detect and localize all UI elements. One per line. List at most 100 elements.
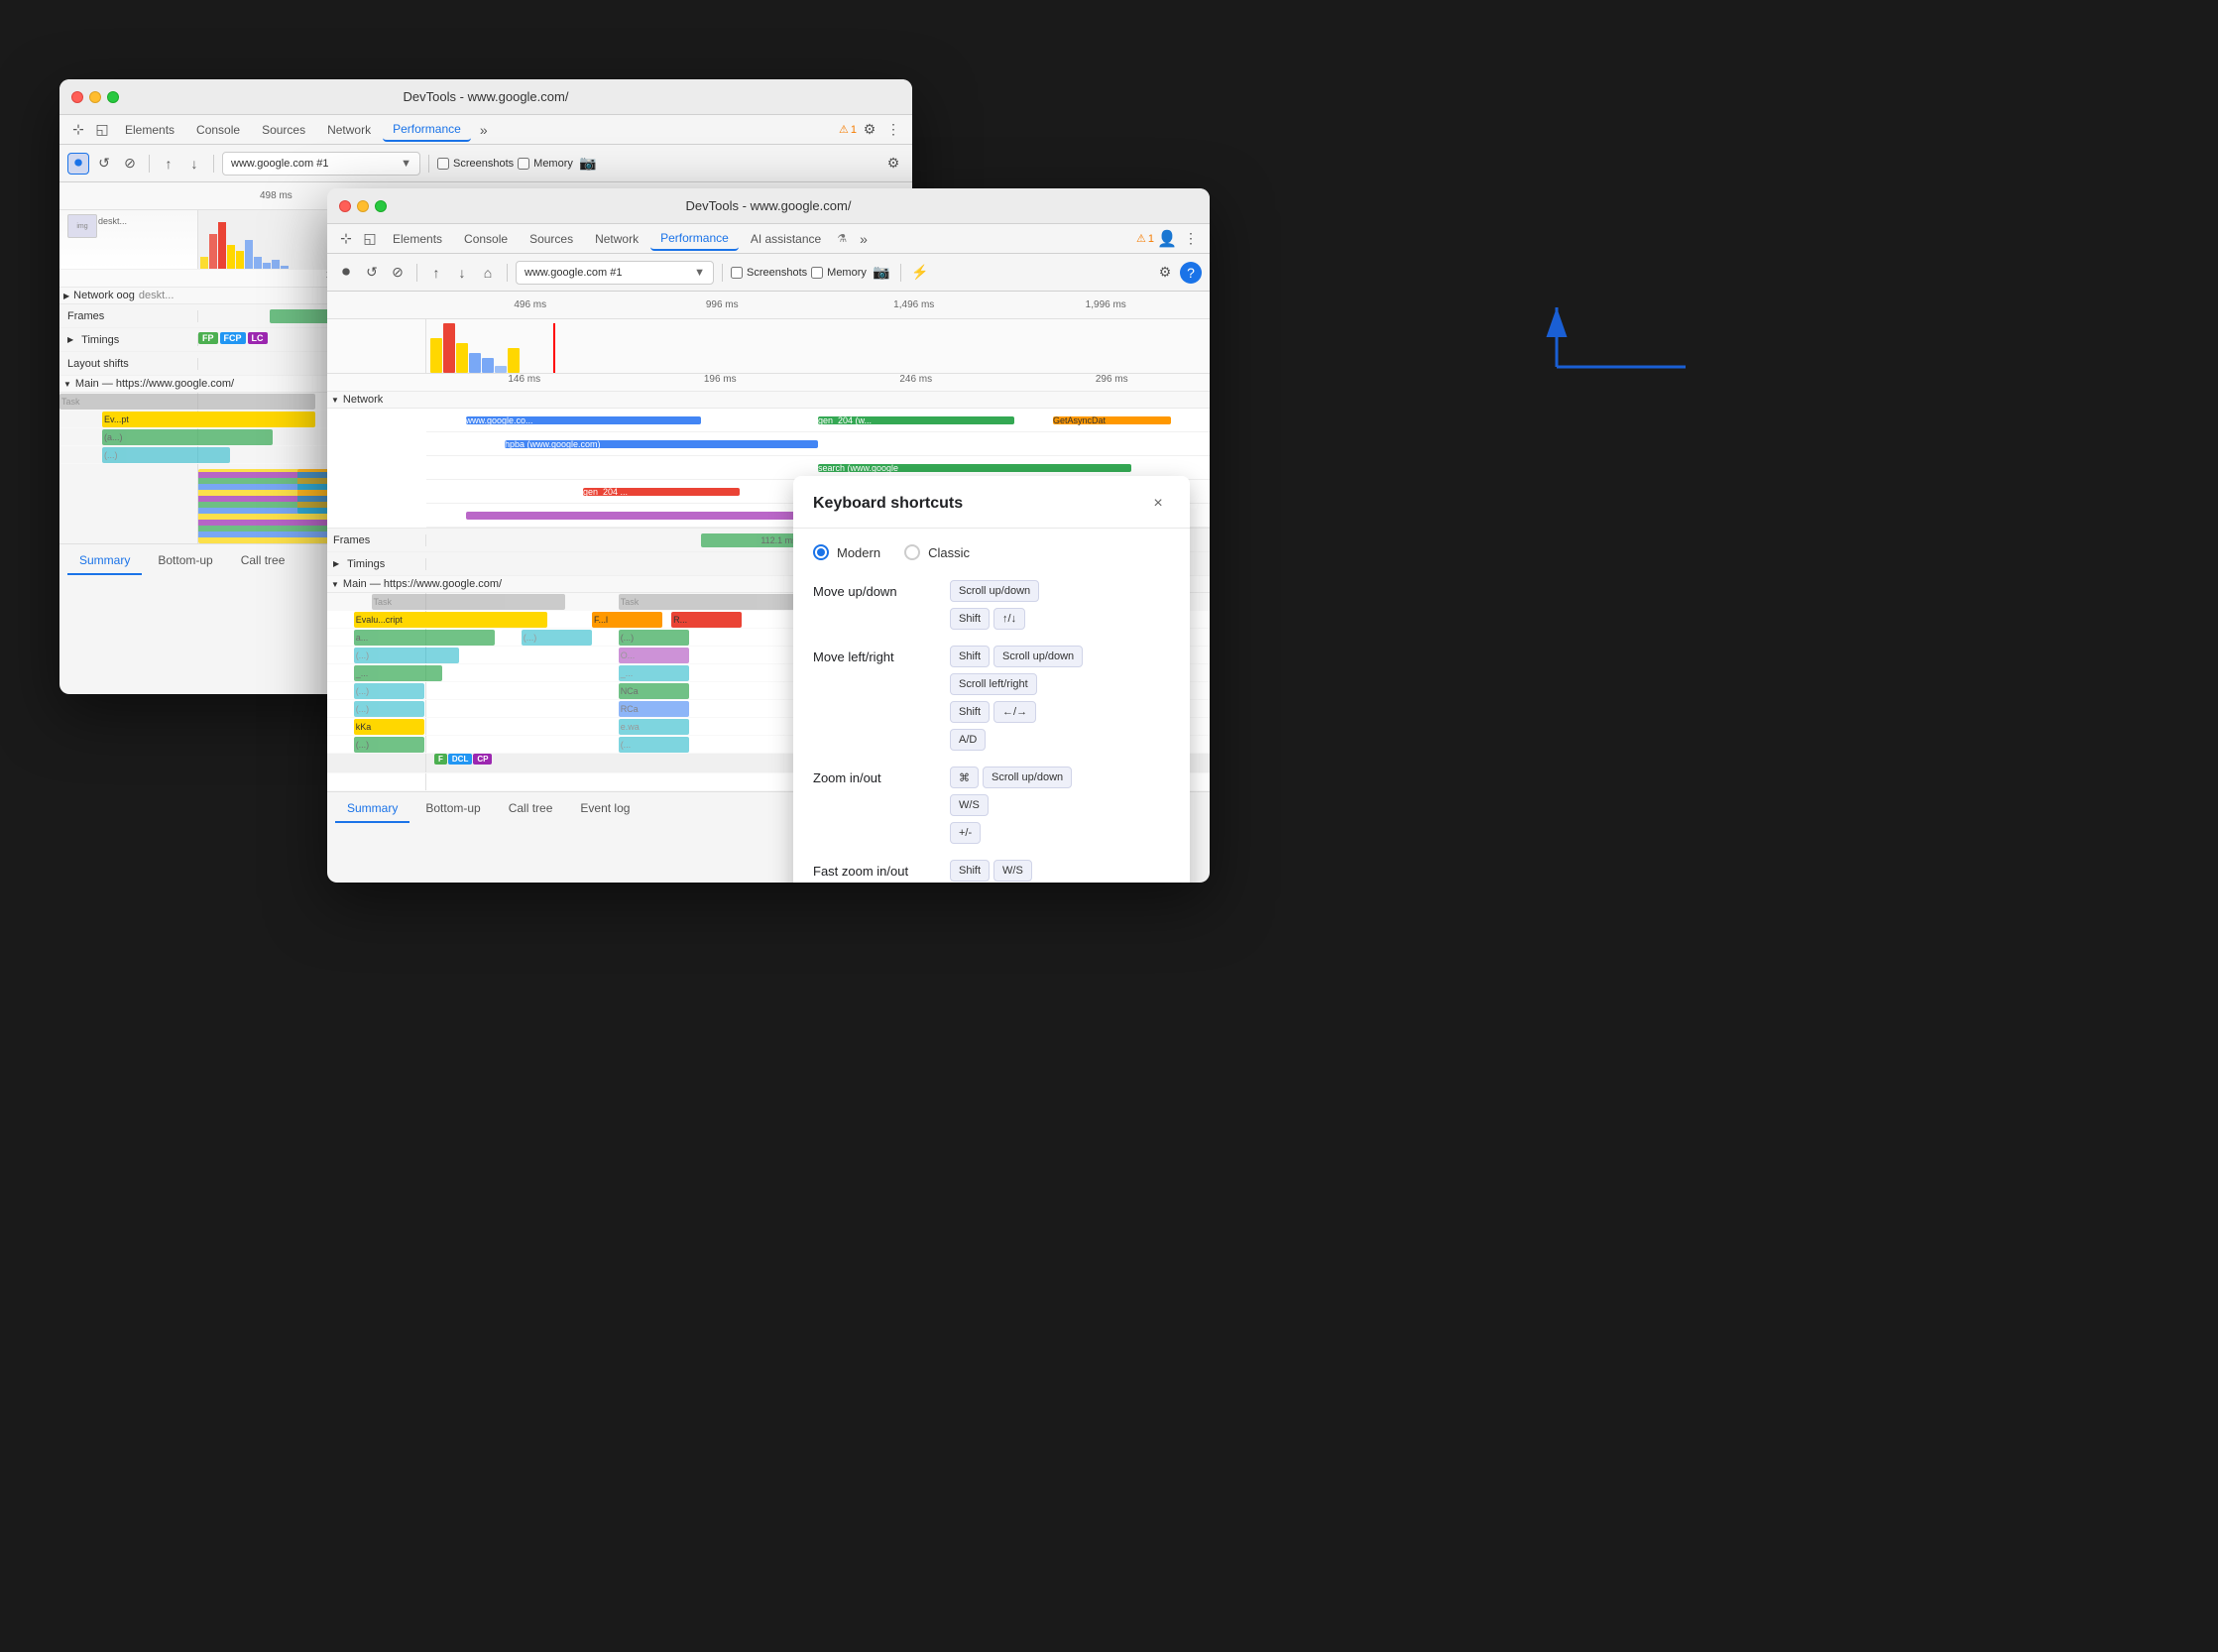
bottom-up-tab-front[interactable]: Bottom-up (413, 795, 492, 823)
cpu-bar (227, 245, 235, 269)
more-tabs-back[interactable]: » (473, 119, 495, 141)
a-chip-1: a... (354, 630, 495, 646)
timeline-header-front: 496 ms 996 ms 1,496 ms 1,996 ms (327, 292, 1210, 319)
kbd-scroll-updown-zoom: Scroll up/down (983, 767, 1072, 788)
call-tree-tab-back[interactable]: Call tree (229, 547, 297, 575)
upload-btn-front[interactable]: ↑ (425, 262, 447, 284)
summary-tab-front[interactable]: Summary (335, 795, 409, 823)
classic-radio[interactable]: Classic (904, 544, 970, 560)
url-bar-front[interactable]: www.google.com #1 ▼ (516, 261, 714, 285)
sub-ticks-front: 146 ms 196 ms 246 ms 296 ms (327, 374, 1210, 392)
settings-icon-back[interactable]: ⚙ (859, 119, 880, 141)
screenshots-checkbox-back[interactable] (437, 158, 449, 170)
record-btn-back[interactable]: ⏺ (67, 153, 89, 175)
more-tabs-front[interactable]: » (853, 228, 875, 250)
traffic-lights-back (71, 91, 119, 103)
capture-icon-front[interactable]: 📷 (871, 262, 892, 284)
bottom-up-tab-back[interactable]: Bottom-up (146, 547, 224, 575)
call-tree-tab-front[interactable]: Call tree (497, 795, 565, 823)
settings-gear-back[interactable]: ⚙ (882, 153, 904, 175)
close-traffic-light-front[interactable] (339, 200, 351, 212)
memory-checkbox-back[interactable] (518, 158, 529, 170)
minimize-traffic-light-front[interactable] (357, 200, 369, 212)
tab-console-back[interactable]: Console (186, 119, 250, 141)
keys-zoom: ⌘ Scroll up/down W/S +/- (950, 767, 1170, 844)
key-row-updown-2: Shift ↑/↓ (950, 608, 1170, 630)
action-move-updown: Move up/down (813, 580, 942, 599)
modern-radio[interactable]: Modern (813, 544, 880, 560)
summary-tab-back[interactable]: Summary (67, 547, 142, 575)
f-chip: F...l (592, 612, 662, 628)
more-menu-back[interactable]: ⋮ (882, 119, 904, 141)
tab-console-front[interactable]: Console (454, 228, 518, 250)
key-row-zoom-1: ⌘ Scroll up/down (950, 767, 1170, 788)
action-fast-zoom: Fast zoom in/out (813, 860, 942, 879)
sub-tick-front-3: 296 ms (1014, 374, 1211, 391)
close-traffic-light[interactable] (71, 91, 83, 103)
tab-network-back[interactable]: Network (317, 119, 381, 141)
screenshots-check-back[interactable]: Screenshots (437, 158, 514, 170)
event-log-tab-front[interactable]: Event log (568, 795, 642, 823)
keys-fast-zoom: Shift W/S Shift +/- (950, 860, 1170, 883)
sep1-back (149, 155, 150, 173)
memory-check-front[interactable]: Memory (811, 267, 867, 279)
minimize-traffic-light[interactable] (89, 91, 101, 103)
maximize-traffic-light-front[interactable] (375, 200, 387, 212)
devtools-inspect-icon-front[interactable]: ◱ (359, 228, 381, 250)
task-chip-1: Task (59, 394, 315, 410)
reload-btn-front[interactable]: ↺ (361, 262, 383, 284)
devtools-select-icon-front[interactable]: ⊹ (335, 228, 357, 250)
home-btn-front[interactable]: ⌂ (477, 262, 499, 284)
evalu-chip: Evalu...cript (354, 612, 548, 628)
reload-btn-back[interactable]: ↺ (93, 153, 115, 175)
tab-elements-front[interactable]: Elements (383, 228, 452, 250)
download-btn-back[interactable]: ↓ (183, 153, 205, 175)
key-row-lr-1: Shift Scroll up/down (950, 646, 1170, 667)
cpu-bar (218, 222, 226, 269)
help-btn-front[interactable]: ? (1180, 262, 1202, 284)
fp-chip: FP (198, 332, 218, 344)
devtools-inspect-icon[interactable]: ◱ (91, 119, 113, 141)
dcl-chip: (...) (354, 737, 424, 753)
maximize-traffic-light[interactable] (107, 91, 119, 103)
screenshots-check-front[interactable]: Screenshots (731, 267, 807, 279)
clear-btn-front[interactable]: ⊘ (387, 262, 409, 284)
main-triangle-front: ▼ (331, 580, 339, 589)
screenshots-checkbox-front[interactable] (731, 267, 743, 279)
main-triangle-back: ▼ (63, 380, 71, 389)
sep3-back (428, 155, 429, 173)
dots-1: (...) (522, 630, 592, 646)
memory-checkbox-front[interactable] (811, 267, 823, 279)
throttle-icon-front[interactable]: ⚡ (909, 262, 931, 284)
traffic-lights-front (339, 200, 387, 212)
playhead (553, 323, 555, 373)
url-bar-back[interactable]: www.google.com #1 ▼ (222, 152, 420, 176)
tab-sources-front[interactable]: Sources (520, 228, 583, 250)
paren-chip: (... (619, 737, 689, 753)
settings-gear-front[interactable]: ⚙ (1154, 262, 1176, 284)
tick-0-back: 498 ms (206, 190, 346, 201)
devtools-select-icon[interactable]: ⊹ (67, 119, 89, 141)
ai-flask-icon: ⚗ (833, 230, 851, 247)
person-icon-front[interactable]: 👤 (1156, 228, 1178, 250)
tab-ai-front[interactable]: AI assistance (741, 228, 831, 250)
tab-elements-back[interactable]: Elements (115, 119, 184, 141)
upload-btn-back[interactable]: ↑ (158, 153, 179, 175)
memory-check-back[interactable]: Memory (518, 158, 573, 170)
key-row-lr-3: Shift ←/→ (950, 701, 1170, 723)
fcp-chip: FCP (220, 332, 246, 344)
cp-milestone: CP (473, 754, 492, 765)
tab-network-front[interactable]: Network (585, 228, 648, 250)
shortcuts-close-button[interactable]: × (1146, 492, 1170, 516)
tab-sources-back[interactable]: Sources (252, 119, 315, 141)
tab-performance-front[interactable]: Performance (650, 227, 739, 251)
clear-btn-back[interactable]: ⊘ (119, 153, 141, 175)
capture-icon-back[interactable]: 📷 (577, 153, 599, 175)
download-btn-front[interactable]: ↓ (451, 262, 473, 284)
window-title-front: DevTools - www.google.com/ (686, 198, 852, 213)
tab-performance-back[interactable]: Performance (383, 118, 471, 142)
perf-toolbar-front: ⏺ ↺ ⊘ ↑ ↓ ⌂ www.google.com #1 ▼ Screensh… (327, 254, 1210, 292)
modern-radio-dot (813, 544, 829, 560)
more-menu-front[interactable]: ⋮ (1180, 228, 1202, 250)
record-btn-front[interactable]: ⏺ (335, 262, 357, 284)
